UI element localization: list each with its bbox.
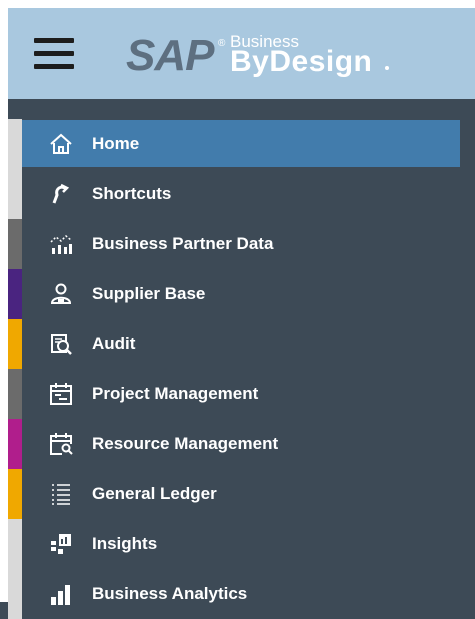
nav-label-business-analytics: Business Analytics	[92, 584, 248, 603]
nav-label-project-management: Project Management	[92, 384, 259, 403]
nav-label-resource-management: Resource Management	[92, 434, 279, 453]
ledger-list-icon	[48, 481, 74, 507]
nav-item-business-partner-data[interactable]: Business Partner Data	[8, 219, 475, 269]
header-divider	[8, 99, 475, 119]
home-icon	[48, 131, 74, 157]
nav-label-supplier-base: Supplier Base	[92, 284, 206, 303]
project-icon	[48, 381, 74, 407]
logo-bydesign-text: ByDesign	[230, 45, 373, 78]
insights-icon	[48, 531, 74, 557]
hamburger-menu-icon[interactable]	[34, 38, 74, 72]
nav-label-general-ledger: General Ledger	[92, 484, 217, 503]
nav-label-insights: Insights	[92, 534, 158, 553]
nav-stripe	[8, 519, 22, 569]
active-highlight	[22, 120, 460, 167]
nav-stripe	[8, 569, 22, 619]
nav-stripe	[8, 319, 22, 369]
nav-item-supplier-base[interactable]: Supplier Base	[8, 269, 475, 319]
nav-stripe	[8, 119, 22, 169]
analytics-icon	[48, 581, 74, 607]
nav-label-business-partner-data: Business Partner Data	[92, 234, 274, 253]
audit-icon	[48, 331, 74, 357]
nav-item-resource-management[interactable]: Resource Management	[8, 419, 475, 469]
window-frame-top	[0, 0, 475, 8]
side-navigation: Home Shortcuts Business Partner Data Sup…	[8, 119, 475, 619]
nav-stripe	[8, 219, 22, 269]
nav-item-shortcuts[interactable]: Shortcuts	[8, 169, 475, 219]
supplier-icon	[48, 281, 74, 307]
nav-label-shortcuts: Shortcuts	[92, 184, 172, 203]
nav-item-audit[interactable]: Audit	[8, 319, 475, 369]
nav-stripe	[8, 369, 22, 419]
nav-item-general-ledger[interactable]: General Ledger	[8, 469, 475, 519]
nav-item-insights[interactable]: Insights	[8, 519, 475, 569]
logo-dot	[385, 66, 389, 70]
logo-registered-mark: ®	[218, 38, 226, 49]
partner-data-icon	[48, 231, 74, 257]
nav-stripe	[8, 169, 22, 219]
nav-item-home[interactable]: Home	[8, 119, 475, 169]
shortcut-arrow-icon	[48, 181, 74, 207]
app-header: SAP ® Business ByDesign	[8, 8, 475, 99]
nav-label-home: Home	[92, 134, 140, 153]
resource-icon	[48, 431, 74, 457]
nav-item-business-analytics[interactable]: Business Analytics	[8, 569, 475, 619]
nav-label-audit: Audit	[92, 334, 136, 353]
nav-stripe	[8, 269, 22, 319]
nav-stripe	[8, 469, 22, 519]
sap-bydesign-logo: SAP ® Business ByDesign	[126, 30, 389, 90]
logo-brand: SAP	[126, 31, 214, 80]
nav-stripe	[8, 419, 22, 469]
nav-item-project-management[interactable]: Project Management	[8, 369, 475, 419]
